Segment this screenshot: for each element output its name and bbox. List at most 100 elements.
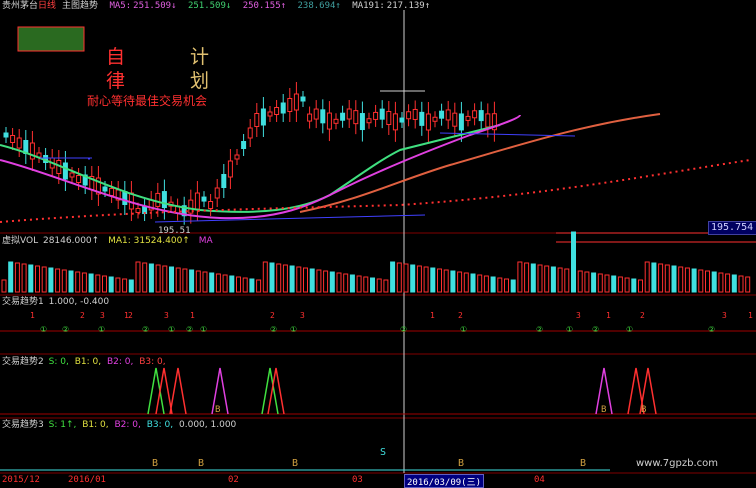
candle: [425, 113, 431, 131]
volume-bar: [463, 272, 469, 293]
volume-bar: [684, 267, 690, 293]
volume-bar: [343, 273, 349, 293]
volume-bar: [189, 269, 195, 293]
candle: [333, 118, 339, 124]
trend2-b1: B1: 0,: [74, 357, 102, 367]
watermark: www.7gpzb.com: [636, 458, 718, 469]
volume-bar: [705, 270, 710, 293]
candle: [208, 201, 214, 209]
circled-marker: ①: [626, 325, 633, 334]
candle: [102, 186, 108, 192]
volume-bar: [236, 276, 241, 293]
trend2-title[interactable]: 交易趋势2: [2, 357, 44, 367]
candle: [353, 110, 359, 125]
volume-bar: [209, 272, 215, 293]
volume-bar: [21, 263, 27, 293]
circled-marker: ①: [566, 325, 573, 334]
candle: [287, 98, 293, 112]
volume-bar: [329, 271, 335, 293]
circled-marker: ①: [168, 325, 175, 334]
trend1-title[interactable]: 交易趋势1: [2, 297, 44, 307]
volume-bar: [28, 264, 34, 293]
volume-bar: [691, 268, 697, 293]
candle: [379, 108, 385, 120]
candle: [201, 196, 207, 202]
candle: [135, 207, 141, 213]
candle: [458, 113, 464, 131]
volume-bar: [48, 267, 54, 293]
candle: [122, 191, 128, 205]
candle: [274, 107, 280, 115]
number-marker: 2: [128, 311, 133, 320]
vol-title[interactable]: 虚拟VOL: [2, 236, 38, 246]
volume-bar: [356, 275, 362, 293]
circled-marker: ②: [186, 325, 193, 334]
trend3-b2: B2: 0,: [114, 420, 141, 430]
volume-bar: [349, 274, 355, 293]
candle: [280, 102, 286, 114]
candle: [3, 132, 9, 138]
number-marker: 3: [722, 311, 727, 320]
volume-bar: [242, 277, 248, 293]
volume-bar: [423, 266, 429, 293]
volume-bar: [88, 273, 94, 293]
volume-bar: [470, 273, 476, 293]
volume-bar: [537, 264, 543, 293]
candle: [412, 108, 418, 120]
volume-bar: [557, 267, 563, 293]
volume-bar: [738, 275, 744, 293]
circled-marker: ②: [592, 325, 599, 334]
volume-bar: [396, 262, 402, 293]
vol-ma-label: MA: [198, 236, 213, 246]
candle: [214, 187, 220, 199]
volume-bar: [504, 278, 509, 293]
candle: [109, 188, 115, 196]
volume-header: 虚拟VOL 28146.000↑ MA1: 31524.400↑ MA: [2, 236, 219, 246]
volume-bar: [222, 274, 228, 293]
trend1-values: 1.000, -0.400: [48, 297, 110, 307]
volume-bar: [81, 272, 87, 293]
volume-bar: [731, 274, 737, 293]
candle: [161, 191, 167, 209]
volume-bar: [517, 261, 523, 293]
trend2-signals: BBB: [0, 367, 756, 415]
volume-bar: [718, 272, 724, 293]
volume-bar: [162, 265, 168, 293]
candle: [221, 174, 227, 188]
volume-bar: [41, 266, 47, 293]
volume-bar: [256, 279, 262, 293]
volume-bar: [309, 268, 315, 293]
candle: [10, 135, 16, 143]
volume-bar: [336, 272, 342, 293]
volume-bar: [370, 277, 375, 293]
volume-bar: [8, 261, 14, 293]
volume-bar: [524, 262, 530, 293]
circled-marker: ①: [98, 325, 105, 334]
volume-bar: [658, 263, 664, 293]
candle: [326, 112, 332, 130]
volume-bar: [617, 276, 623, 293]
trend1-markers: ① ② ① ② ① ② ① ② ① ② ① ② ① ② ① ②1 2 3 1 2 3 1 2 3 1 2 3 1 2 3 1: [0, 311, 756, 334]
volume-bar: [182, 268, 188, 293]
volume-bar: [544, 265, 550, 293]
volume-bar: [430, 267, 436, 293]
volume-bar: [75, 271, 81, 293]
circled-marker: ②: [62, 325, 69, 334]
trend3-title[interactable]: 交易趋势3: [2, 420, 44, 430]
candle: [155, 192, 161, 207]
number-marker: 1: [606, 311, 611, 320]
volume-bar: [61, 269, 67, 293]
trend2-b3: B3: 0,: [139, 357, 166, 367]
volume-bar: [437, 268, 442, 293]
candle: [241, 141, 247, 149]
volume-bar: [14, 262, 20, 293]
volume-bar: [611, 275, 617, 293]
volume-bar: [443, 269, 449, 293]
volume-bar: [115, 277, 121, 293]
candle: [386, 111, 392, 126]
volume-bar: [102, 275, 107, 293]
volume-bar: [725, 273, 731, 293]
sell-marker: S: [380, 447, 386, 458]
trend2-s: S: 0,: [48, 357, 69, 367]
trend2-b2: B2: 0,: [106, 357, 134, 367]
